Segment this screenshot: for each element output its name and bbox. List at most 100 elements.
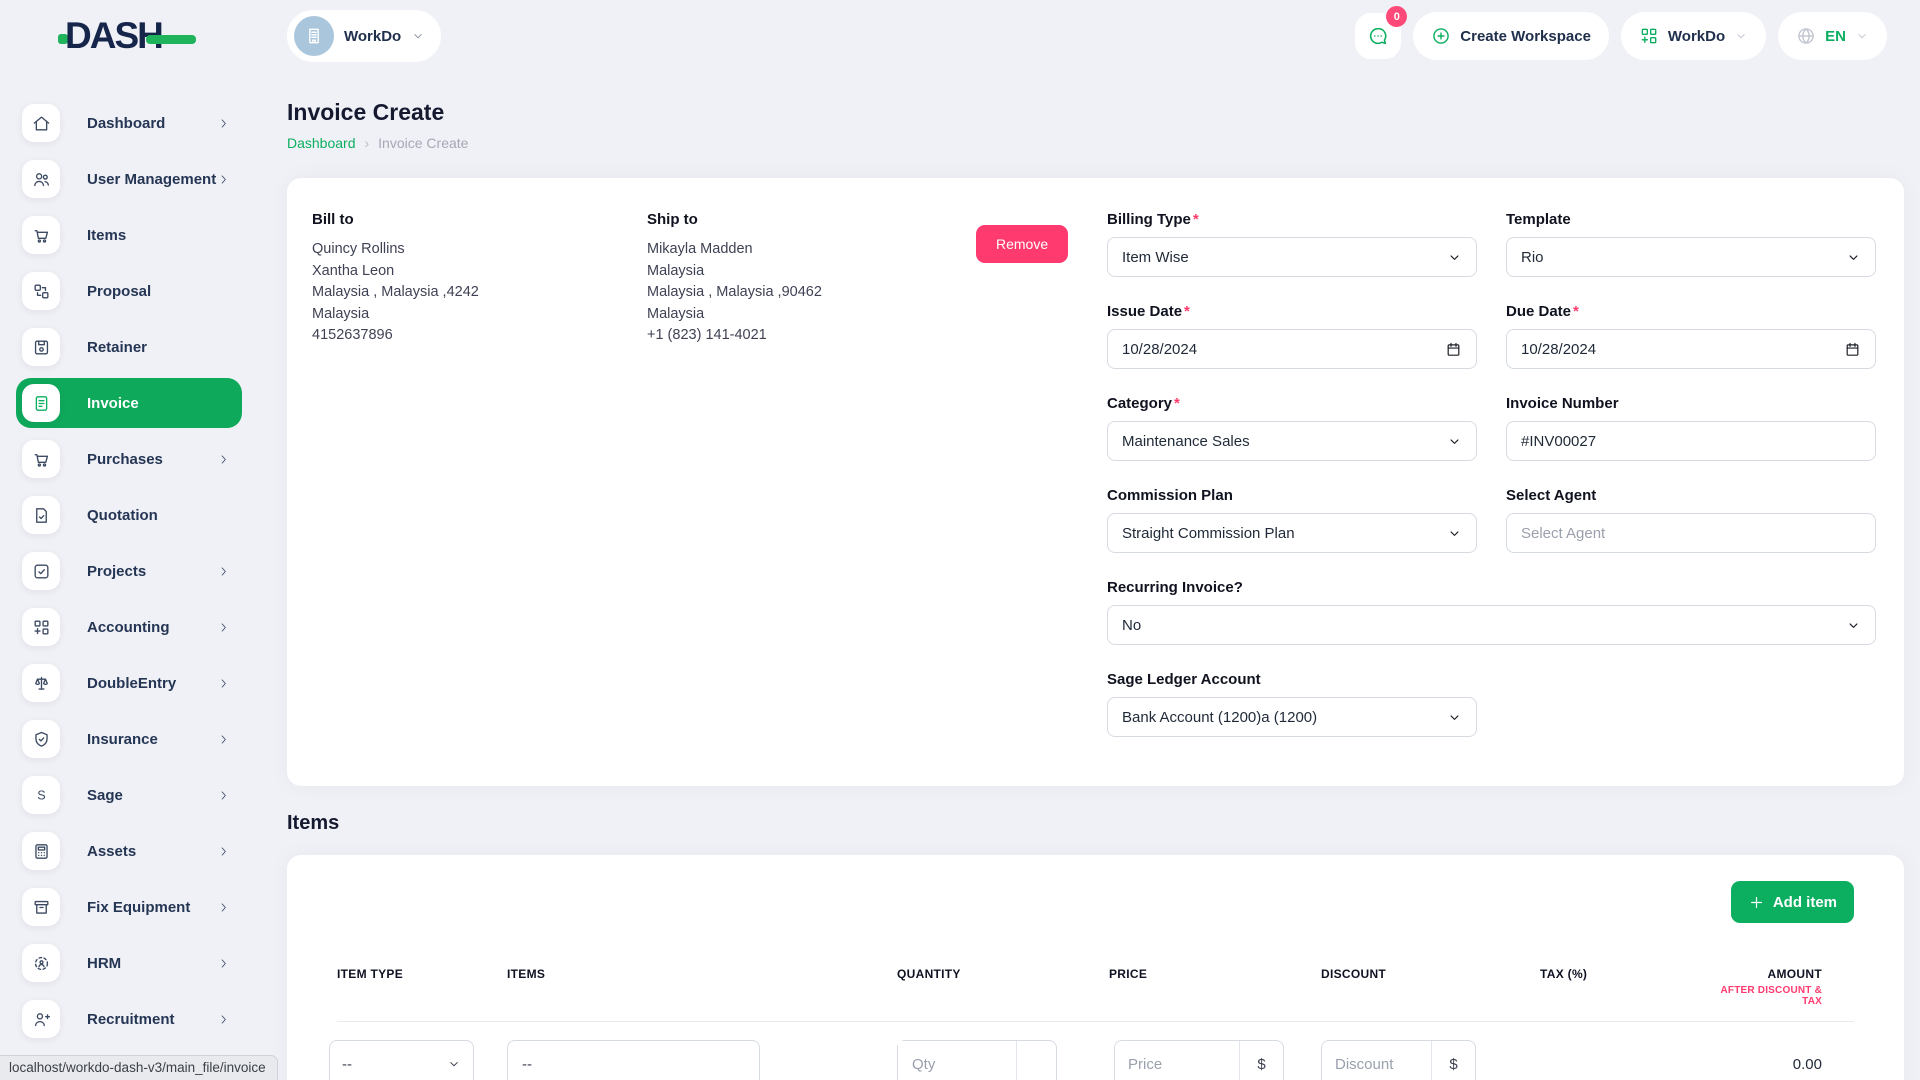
discount-input[interactable] [1322, 1041, 1431, 1080]
bill-to-block: Bill to Quincy Rollins Xantha Leon Malay… [312, 211, 647, 786]
main-content: Invoice Create Dashboard › Invoice Creat… [271, 72, 1920, 1080]
page-title: Invoice Create [287, 99, 1904, 126]
col-amount-note: AFTER DISCOUNT & TAX [1720, 985, 1822, 1007]
ship-to-title: Ship to [647, 211, 976, 228]
invoice-details-card: Bill to Quincy Rollins Xantha Leon Malay… [287, 178, 1904, 786]
issue-date-field: Issue Date* 10/28/2024 [1107, 303, 1477, 369]
sidebar-item-accounting[interactable]: Accounting [16, 602, 242, 652]
sidebar-item-label: Dashboard [87, 115, 165, 132]
messages-button[interactable]: 0 [1355, 13, 1401, 59]
issue-date-input[interactable]: 10/28/2024 [1107, 329, 1477, 369]
sidebar-item-retainer[interactable]: Retainer [16, 322, 242, 372]
sidebar-item-label: Purchases [87, 451, 163, 468]
items-select[interactable]: -- [507, 1040, 760, 1080]
messages-count-badge: 0 [1386, 6, 1407, 27]
chevron-down-icon [411, 29, 425, 43]
sidebar-item-hrm[interactable]: HRM [16, 938, 242, 988]
calendar-icon[interactable] [1445, 341, 1462, 358]
sidebar-item-quotation[interactable]: Quotation [16, 490, 242, 540]
quantity-input[interactable] [898, 1041, 1016, 1080]
billing-type-select[interactable]: Item Wise [1107, 237, 1477, 277]
select-agent-label: Select Agent [1506, 487, 1876, 504]
chevron-right-icon [217, 173, 230, 186]
add-item-button[interactable]: Add item [1731, 881, 1854, 923]
ship-to-line: Malaysia [647, 261, 976, 283]
sidebar-item-label: Recruitment [87, 1011, 175, 1028]
doc-check-icon [22, 496, 60, 534]
bill-to-line: Quincy Rollins [312, 239, 647, 261]
chevron-down-icon [1447, 250, 1462, 265]
sidebar-item-insurance[interactable]: Insurance [16, 714, 242, 764]
select-agent-field: Select Agent [1506, 487, 1876, 553]
workspace-menu-label: WorkDo [1668, 28, 1725, 45]
create-workspace-button[interactable]: Create Workspace [1413, 12, 1609, 60]
recurring-invoice-label: Recurring Invoice? [1107, 579, 1876, 596]
cart-icon [22, 216, 60, 254]
user-plus-icon [22, 1000, 60, 1038]
billing-type-label: Billing Type* [1107, 211, 1477, 228]
letter-s-icon: S [22, 776, 60, 814]
commission-plan-label: Commission Plan [1107, 487, 1477, 504]
workspace-avatar [294, 16, 334, 56]
commission-plan-select[interactable]: Straight Commission Plan [1107, 513, 1477, 553]
sidebar-item-fix-equipment[interactable]: Fix Equipment [16, 882, 242, 932]
invoice-number-label: Invoice Number [1506, 395, 1876, 412]
items-card: Add item ITEM TYPE ITEMS QUANTITY PRICE … [287, 855, 1904, 1080]
workspace-name: WorkDo [344, 28, 401, 45]
calendar-icon[interactable] [1844, 341, 1861, 358]
language-label: EN [1825, 28, 1846, 45]
language-selector[interactable]: EN [1778, 12, 1887, 60]
sidebar-item-proposal[interactable]: Proposal [16, 266, 242, 316]
chevron-right-icon [217, 789, 230, 802]
sidebar-item-sage[interactable]: SSage [16, 770, 242, 820]
building-icon [304, 26, 324, 46]
sidebar-item-label: DoubleEntry [87, 675, 176, 692]
breadcrumb-dashboard-link[interactable]: Dashboard [287, 135, 356, 151]
item-type-select[interactable]: -- [329, 1040, 474, 1080]
quantity-spin-buttons[interactable] [1016, 1041, 1056, 1080]
due-date-input[interactable]: 10/28/2024 [1506, 329, 1876, 369]
sidebar-item-dashboard[interactable]: Dashboard [16, 98, 242, 148]
bill-to-line: 4152637896 [312, 325, 647, 347]
create-workspace-label: Create Workspace [1460, 28, 1591, 45]
category-label: Category* [1107, 395, 1477, 412]
chevron-right-icon [217, 677, 230, 690]
sidebar-item-assets[interactable]: Assets [16, 826, 242, 876]
sidebar-item-purchases[interactable]: Purchases [16, 434, 242, 484]
logo-dash-bar [146, 35, 196, 44]
template-select[interactable]: Rio [1506, 237, 1876, 277]
price-input[interactable] [1115, 1041, 1239, 1080]
chevron-down-icon [1447, 434, 1462, 449]
sidebar-item-label: Proposal [87, 283, 151, 300]
workspace-menu-button[interactable]: WorkDo [1621, 12, 1766, 60]
col-item-type: ITEM TYPE [337, 967, 507, 1007]
sidebar-item-recruitment[interactable]: Recruitment [16, 994, 242, 1044]
bill-to-line: Malaysia , Malaysia ,4242 [312, 282, 647, 304]
sage-ledger-select[interactable]: Bank Account (1200)a (1200) [1107, 697, 1477, 737]
select-agent-input[interactable] [1506, 513, 1876, 553]
sidebar-item-invoice[interactable]: Invoice [16, 378, 242, 428]
recurring-invoice-select[interactable]: No [1107, 605, 1876, 645]
sidebar-item-projects[interactable]: Projects [16, 546, 242, 596]
calculator-icon [22, 832, 60, 870]
app-logo[interactable]: DASH [58, 15, 196, 57]
square-check-icon [22, 552, 60, 590]
sidebar-item-label: Invoice [87, 395, 139, 412]
remove-customer-button[interactable]: Remove [976, 225, 1068, 263]
sage-ledger-field: Sage Ledger Account Bank Account (1200)a… [1107, 671, 1477, 737]
sidebar-item-label: HRM [87, 955, 121, 972]
sidebar-item-items[interactable]: Items [16, 210, 242, 260]
quantity-stepper[interactable] [897, 1040, 1057, 1080]
sidebar-item-user-management[interactable]: User Management [16, 154, 242, 204]
invoice-number-input[interactable] [1506, 421, 1876, 461]
col-amount: AMOUNT AFTER DISCOUNT & TAX [1720, 967, 1854, 1007]
plus-icon [1748, 894, 1765, 911]
workspace-switcher[interactable]: WorkDo [287, 10, 441, 62]
sidebar-item-doubleentry[interactable]: DoubleEntry [16, 658, 242, 708]
svg-text:S: S [37, 788, 45, 802]
invoice-doc-icon [22, 384, 60, 422]
price-input-group: $ [1114, 1040, 1284, 1080]
billing-type-field: Billing Type* Item Wise [1107, 211, 1477, 277]
category-select[interactable]: Maintenance Sales [1107, 421, 1477, 461]
chevron-right-icon [217, 565, 230, 578]
